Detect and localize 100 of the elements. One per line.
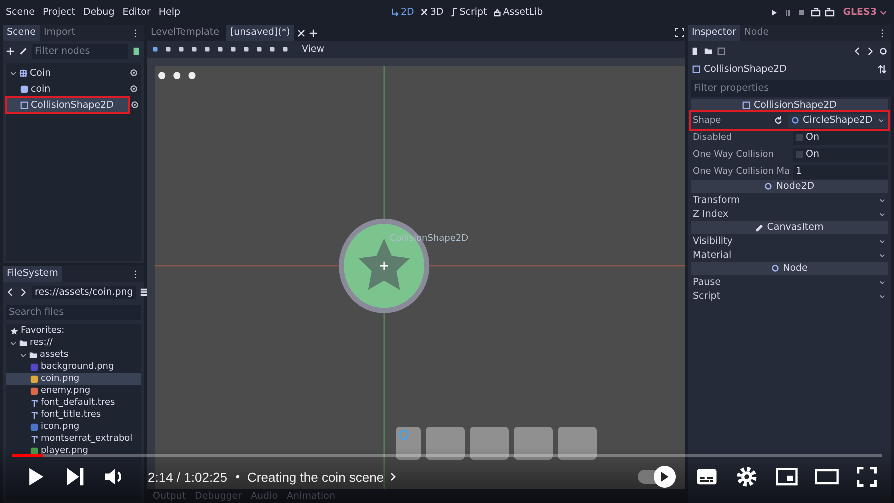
menu-item[interactable]: Help [158, 7, 181, 18]
tree-item[interactable]: coin.png [6, 373, 141, 385]
tree-item[interactable]: player.png [6, 445, 141, 457]
filter-field[interactable]: Filter nodes [32, 44, 128, 58]
square-icon [20, 100, 29, 110]
script-icon[interactable] [132, 46, 141, 56]
square-icon [742, 101, 752, 110]
tree-item[interactable]: res:// [6, 337, 141, 349]
checkbox[interactable]: On [793, 148, 888, 162]
link-icon[interactable] [19, 46, 28, 56]
editor-tab[interactable]: [unsaved](*) [226, 25, 294, 41]
view-menu[interactable]: View [302, 44, 325, 55]
square-icon [692, 65, 701, 74]
node-icon [19, 68, 28, 78]
font-icon [30, 398, 39, 408]
workspace-tab[interactable]: Script [450, 7, 488, 18]
object-name: CollisionShape2D [704, 64, 787, 75]
chevron-icon [388, 472, 398, 482]
circle-icon [764, 182, 774, 191]
sprite-icon [20, 84, 29, 94]
property-row: One Way Collision On [691, 146, 888, 163]
workspace-tab[interactable]: 2D [391, 7, 414, 18]
font-icon [30, 410, 39, 420]
property-row: Disabled On [691, 129, 888, 146]
menu-item[interactable]: Editor [122, 7, 151, 18]
folder-icon[interactable] [704, 46, 713, 56]
separator-dot-icon [236, 475, 240, 479]
property-group[interactable]: Pause [691, 275, 888, 289]
tree-item[interactable]: enemy.png [6, 385, 141, 397]
cross-icon [420, 8, 430, 17]
pencil-icon [755, 223, 764, 232]
property-group[interactable]: Material [691, 248, 888, 262]
resource-picker[interactable]: CircleShape2D [788, 114, 888, 128]
dock-tab[interactable]: Inspector [688, 25, 740, 41]
tree-item[interactable]: assets [6, 349, 141, 361]
property-group[interactable]: Visibility [691, 234, 888, 248]
tree-item[interactable]: montserrat_extrabol [6, 433, 141, 445]
font-icon [30, 434, 39, 444]
circle-icon [398, 429, 410, 441]
checkbox[interactable]: On [793, 130, 888, 144]
tree-item[interactable]: Coin [6, 65, 141, 81]
add-icon[interactable] [6, 46, 15, 56]
save-icon[interactable] [717, 46, 726, 56]
back-icon[interactable] [6, 288, 15, 296]
play-icon [661, 472, 669, 482]
close-icon[interactable] [297, 28, 306, 38]
menu-item[interactable]: Debug [83, 7, 115, 18]
forward-icon[interactable] [19, 288, 28, 296]
menu-item[interactable]: Project [42, 7, 76, 18]
stop-icon[interactable] [797, 8, 808, 18]
section-header: CanvasItem [691, 221, 888, 234]
progress-bar[interactable] [12, 454, 882, 457]
revert-icon[interactable] [774, 116, 783, 125]
add-tab-icon[interactable] [309, 28, 318, 38]
circle-icon [771, 264, 780, 273]
tree-item[interactable]: coin [6, 81, 141, 97]
workspace-tab[interactable]: 3D [420, 7, 444, 18]
renderer-dropdown[interactable]: GLES3 [843, 7, 888, 18]
property-group[interactable]: Z Index [691, 207, 888, 221]
tree-item[interactable]: font_default.tres [6, 397, 141, 409]
list-view-icon[interactable] [140, 288, 150, 296]
caret-icon [878, 117, 885, 124]
tree-item[interactable]: icon.png [6, 421, 141, 433]
axis-icon [391, 8, 400, 17]
play-custom-icon[interactable] [825, 8, 836, 18]
sort-icon[interactable] [878, 65, 887, 74]
zoom-controls-icon[interactable] [158, 72, 196, 80]
dock-tab[interactable]: FileSystem [3, 266, 62, 282]
workspace-tab[interactable]: AssetLib [493, 7, 544, 18]
dock-tab[interactable]: Node [740, 25, 774, 41]
editor-tab[interactable]: LevelTemplate [147, 25, 224, 41]
forward-icon[interactable] [866, 46, 875, 56]
section-header: Node [691, 262, 888, 275]
script-icon [450, 8, 459, 17]
property-row: Shape CircleShape2D [691, 112, 888, 129]
property-group[interactable]: Script [691, 289, 888, 303]
time-display: 2:14 / 1:02:25 [148, 470, 228, 484]
property-group[interactable]: Transform [691, 193, 888, 207]
fullscreen-icon[interactable] [854, 464, 880, 490]
star-icon [10, 326, 19, 336]
circle-icon [791, 116, 800, 125]
filter-field[interactable]: Filter properties [691, 80, 894, 97]
tree-item[interactable]: Favorites: [6, 325, 141, 337]
number-field[interactable]: 1 [793, 164, 888, 178]
new-resource-icon[interactable] [691, 46, 700, 56]
menu-item[interactable]: Scene [6, 7, 35, 18]
dock-tab[interactable]: Scene [3, 25, 40, 41]
path-field[interactable]: res://assets/coin.png [32, 286, 136, 298]
section-header: Node2D [691, 180, 888, 193]
search-field[interactable]: Search files [6, 304, 141, 320]
chapter-link[interactable]: Creating the coin scene [248, 470, 398, 484]
dock-tab[interactable]: Import [40, 25, 80, 41]
play-scene-icon[interactable] [811, 8, 822, 18]
distraction-free-icon[interactable] [675, 28, 685, 38]
tree-item[interactable]: background.png [6, 361, 141, 373]
play-icon[interactable] [769, 8, 780, 18]
move-handle-icon[interactable] [380, 261, 389, 271]
back-icon[interactable] [853, 46, 862, 56]
history-icon[interactable] [879, 46, 888, 56]
tree-item[interactable]: font_title.tres [6, 409, 141, 421]
